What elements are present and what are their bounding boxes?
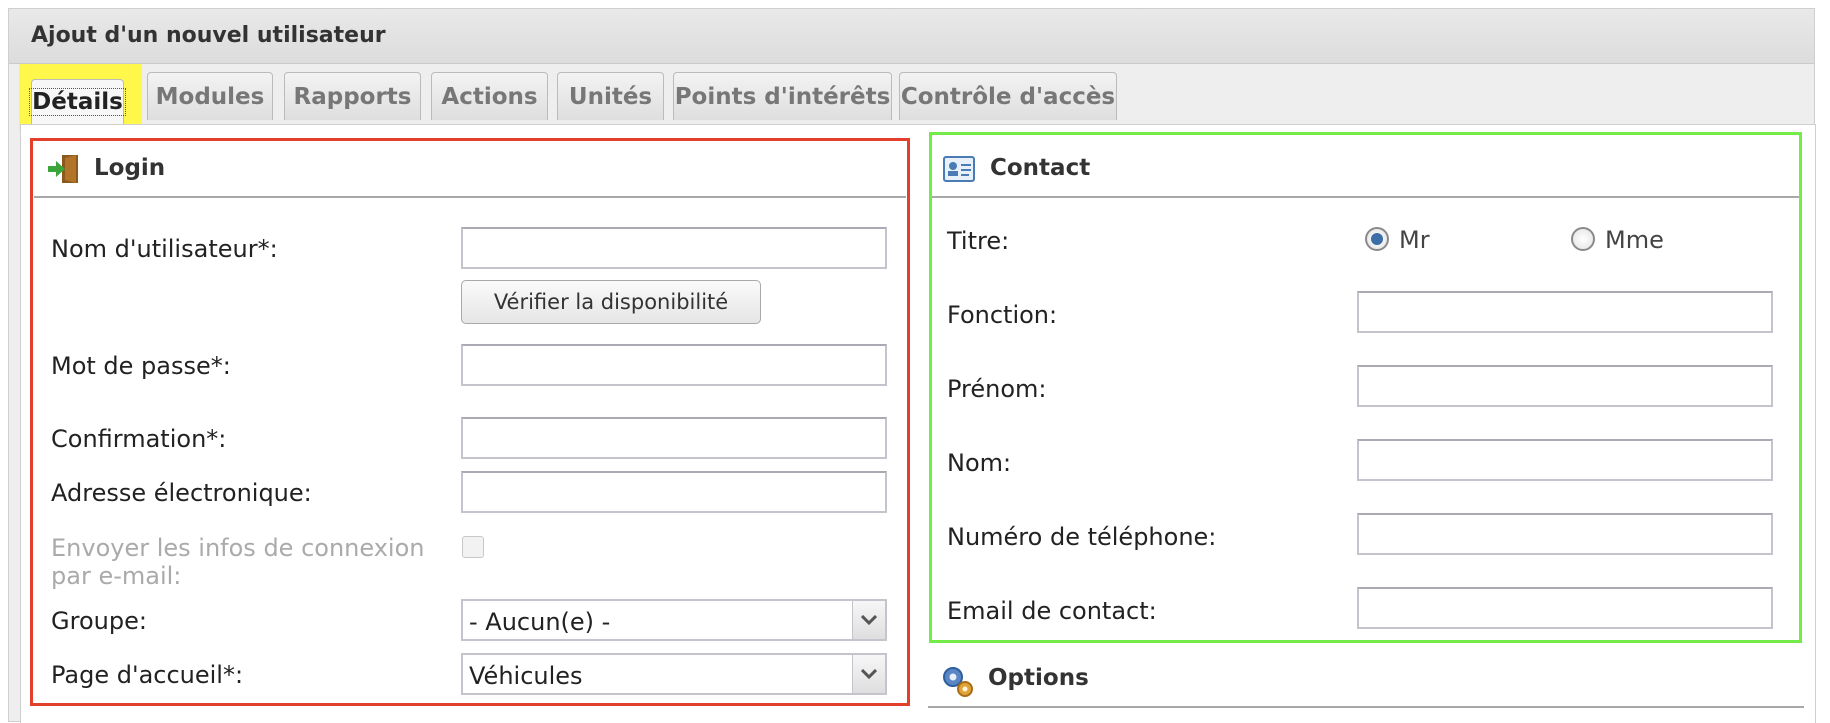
options-section-title: Options — [988, 665, 1089, 691]
tab-actions-label: Actions — [441, 83, 538, 110]
tab-unites[interactable]: Unités — [557, 72, 664, 120]
dialog-titlebar: Ajout d'un nouvel utilisateur — [9, 9, 1814, 64]
tab-controle-acces[interactable]: Contrôle d'accès — [899, 72, 1117, 120]
tab-actions[interactable]: Actions — [431, 72, 548, 120]
tab-modules-label: Modules — [155, 83, 265, 110]
tab-unites-label: Unités — [568, 83, 653, 110]
tab-details[interactable]: Détails — [29, 79, 126, 124]
contact-annotation-box — [929, 132, 1802, 643]
gears-icon — [943, 667, 973, 697]
tab-points-interets-label: Points d'intérêts — [674, 83, 891, 110]
tab-controle-acces-label: Contrôle d'accès — [900, 83, 1116, 110]
login-annotation-box — [30, 138, 910, 706]
tab-details-label: Détails — [29, 88, 126, 116]
tab-rapports[interactable]: Rapports — [284, 72, 421, 120]
tab-points-interets[interactable]: Points d'intérêts — [673, 72, 892, 120]
tab-modules[interactable]: Modules — [147, 72, 273, 120]
options-section-header: Options — [928, 650, 1804, 708]
dialog-title: Ajout d'un nouvel utilisateur — [31, 23, 386, 48]
tab-rapports-label: Rapports — [293, 83, 412, 110]
